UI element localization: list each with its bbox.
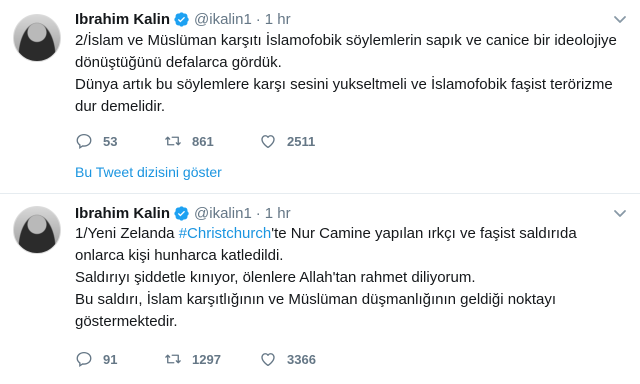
verified-badge-icon	[174, 11, 189, 27]
like-count: 3366	[287, 351, 316, 367]
retweet-icon	[165, 136, 181, 146]
tweet-text-line: dur demelidir.	[75, 98, 166, 115]
tweet-text-line: Saldırıyı şiddetle kınıyor, ölenlere All…	[75, 269, 476, 286]
text-segment: 'te Nur Camine yapılan ırkçı ve faşist s…	[271, 225, 577, 242]
tweet-text: 1/Yeni Zelanda #Christchurch'te Nur Cami…	[75, 223, 630, 333]
reply-button[interactable]: 91	[75, 350, 164, 368]
separator: ·	[255, 204, 261, 222]
retweet-count: 1297	[192, 351, 221, 367]
tweet-text: 2/İslam ve Müslüman karşıtı İslamofobik …	[75, 30, 630, 118]
heart-icon	[261, 135, 275, 149]
chevron-down-icon[interactable]	[612, 11, 628, 27]
avatar[interactable]	[13, 206, 61, 254]
like-button[interactable]: 3366	[259, 350, 349, 368]
reply-button[interactable]: 53	[75, 132, 164, 150]
chevron-down-icon[interactable]	[612, 205, 628, 221]
like-button[interactable]: 2511	[259, 132, 349, 150]
reply-icon	[76, 351, 92, 368]
separator: ·	[255, 10, 261, 28]
tweet-actions: 91 1297 3366	[75, 349, 349, 369]
author-handle[interactable]: @ikalin1	[194, 11, 252, 28]
reply-count: 53	[103, 133, 118, 149]
author-name[interactable]: Ibrahim Kalin	[75, 205, 170, 222]
retweet-count: 861	[192, 133, 214, 149]
tweet-text-line: onlarca kişi hunharca katledildi.	[75, 247, 284, 264]
retweet-button[interactable]: 1297	[164, 350, 259, 368]
reply-icon	[76, 133, 92, 150]
author-name[interactable]: Ibrahim Kalin	[75, 11, 170, 28]
tweet-text-line: Bu saldırı, İslam karşıtlığının ve Müslü…	[75, 291, 557, 308]
tweet-text-line: 1/Yeni Zelanda #Christchurch'te Nur Cami…	[75, 223, 630, 245]
like-count: 2511	[287, 133, 316, 149]
tweet[interactable]: Ibrahim Kalin @ikalin1 · 1 hr 1/Yeni Zel…	[0, 194, 640, 384]
verified-badge-icon	[174, 205, 189, 221]
tweet-header: Ibrahim Kalin @ikalin1 · 1 hr	[75, 9, 291, 29]
retweet-icon	[165, 354, 181, 364]
timestamp[interactable]: 1 hr	[265, 205, 291, 222]
avatar[interactable]	[13, 14, 61, 62]
tweet[interactable]: Ibrahim Kalin @ikalin1 · 1 hr 2/İslam ve…	[0, 0, 640, 194]
text-segment: 1/Yeni Zelanda	[75, 225, 179, 242]
author-handle[interactable]: @ikalin1	[194, 205, 252, 222]
tweet-actions: 53 861 2511	[75, 131, 349, 151]
retweet-button[interactable]: 861	[164, 132, 259, 150]
tweet-header: Ibrahim Kalin @ikalin1 · 1 hr	[75, 203, 291, 223]
tweet-text-line: 2/İslam ve Müslüman karşıtı İslamofobik …	[75, 32, 617, 49]
tweet-text-line: göstermektedir.	[75, 313, 178, 330]
heart-icon	[261, 353, 275, 367]
tweet-text-line: dönüştüğünü defalarca gördük.	[75, 54, 282, 71]
show-thread-link[interactable]: Bu Tweet dizisini göster	[75, 164, 222, 180]
tweet-text-line: Dünya artık bu söylemlere karşı sesini y…	[75, 76, 613, 93]
hashtag-link[interactable]: #Christchurch	[179, 225, 272, 242]
reply-count: 91	[103, 351, 118, 367]
timestamp[interactable]: 1 hr	[265, 11, 291, 28]
